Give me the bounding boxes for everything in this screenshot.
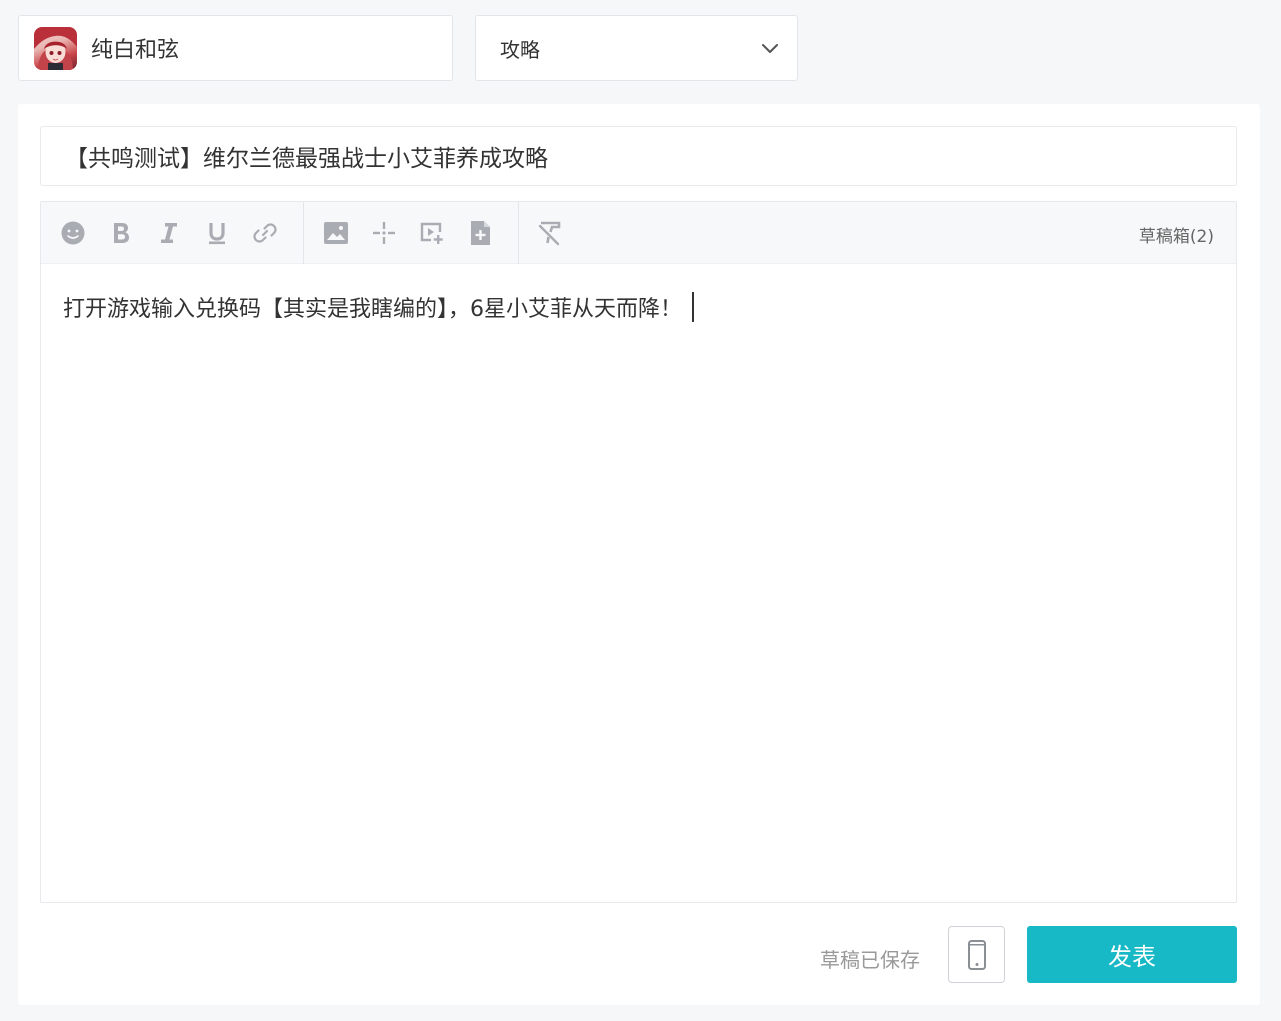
title-text: 【共鸣测试】维尔兰德最强战士小艾菲养成攻略	[65, 146, 548, 172]
drafts-link[interactable]: 草稿箱(2)	[1139, 222, 1214, 247]
mobile-preview-button[interactable]	[948, 926, 1005, 983]
title-input[interactable]: 【共鸣测试】维尔兰德最强战士小艾菲养成攻略	[40, 126, 1237, 186]
draft-saved-status: 草稿已保存	[820, 948, 920, 972]
game-avatar	[34, 26, 77, 70]
body-text: 打开游戏输入兑换码【其实是我瞎编的】，6星小艾菲从天而降！	[63, 297, 682, 322]
clear-format-icon[interactable]	[536, 219, 564, 247]
italic-icon[interactable]	[155, 219, 183, 247]
attachment-icon[interactable]	[466, 219, 494, 247]
text-caret	[692, 292, 694, 322]
game-name: 纯白和弦	[91, 38, 180, 63]
video-icon[interactable]	[418, 219, 446, 247]
link-icon[interactable]	[251, 219, 279, 247]
game-selector[interactable]: 纯白和弦	[18, 15, 453, 81]
category-selected-value: 攻略	[500, 37, 540, 62]
top-bar: 纯白和弦 攻略	[0, 0, 1281, 100]
post-editor-panel: 【共鸣测试】维尔兰德最强战士小艾菲养成攻略 草稿箱(2) 打开游戏输入兑换码【其…	[18, 104, 1260, 1005]
underline-icon[interactable]	[203, 219, 231, 247]
chevron-down-icon	[762, 44, 778, 53]
bold-icon[interactable]	[107, 219, 135, 247]
toolbar-divider	[518, 202, 519, 264]
toolbar-divider	[303, 202, 304, 264]
rich-text-editor: 草稿箱(2) 打开游戏输入兑换码【其实是我瞎编的】，6星小艾菲从天而降！	[40, 201, 1237, 903]
editor-toolbar: 草稿箱(2)	[41, 202, 1236, 264]
emoji-icon[interactable]	[59, 219, 87, 247]
mobile-phone-icon	[967, 939, 986, 970]
sparkle-icon[interactable]	[370, 219, 398, 247]
editor-content[interactable]: 打开游戏输入兑换码【其实是我瞎编的】，6星小艾菲从天而降！	[41, 264, 1236, 902]
publish-button[interactable]: 发表	[1027, 926, 1237, 983]
image-icon[interactable]	[322, 219, 350, 247]
category-dropdown[interactable]: 攻略	[475, 15, 798, 81]
